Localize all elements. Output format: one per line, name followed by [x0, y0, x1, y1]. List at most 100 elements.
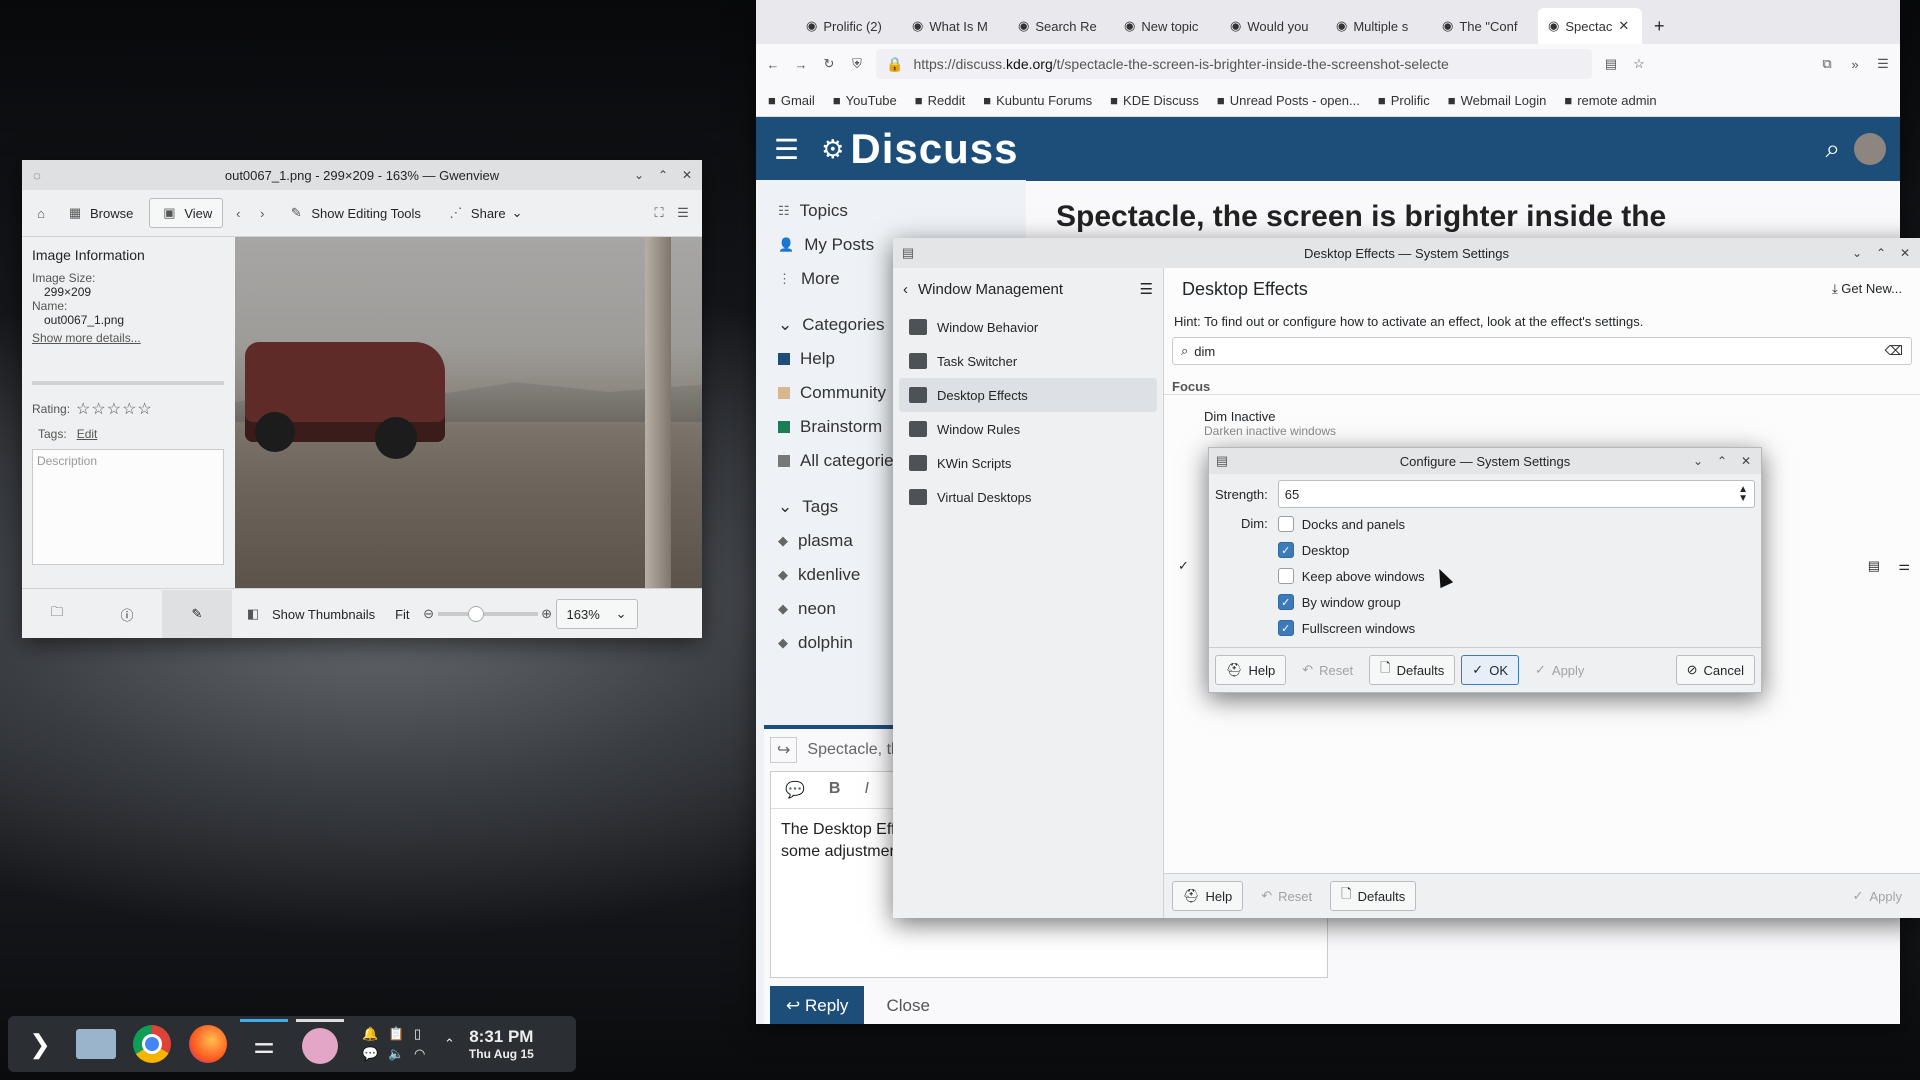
dim-option-checkbox[interactable]: ✓ [1277, 542, 1294, 558]
app-menu-icon[interactable]: ☰ [1874, 55, 1892, 73]
folder-icon[interactable]: 🗀 [22, 603, 92, 625]
sidebar-toggle-icon[interactable]: ◧ [244, 605, 262, 623]
browse-button[interactable]: ▦ Browse [56, 199, 143, 227]
browser-tab[interactable]: ◉ Would you [1220, 8, 1324, 44]
help-button[interactable]: ⛑ Help [1172, 881, 1244, 911]
notifications-icon[interactable]: 🔔 [362, 1026, 384, 1042]
close-tab-icon[interactable]: ✕ [1618, 18, 1629, 34]
new-tab-icon[interactable]: + [1644, 8, 1675, 44]
volume-icon[interactable]: 🔈 [388, 1046, 410, 1062]
bookmark-item[interactable]: ■ Gmail [768, 93, 815, 108]
browser-tab[interactable]: ◉ What Is M [902, 8, 1006, 44]
browser-tab[interactable]: ◉ Spectac ✕ [1538, 8, 1642, 44]
system-settings-titlebar[interactable]: ▤ Desktop Effects — System Settings ⌄ ⌃ … [893, 238, 1920, 268]
search-icon[interactable]: ⌕ [1825, 133, 1840, 165]
minimize-button[interactable]: ⌄ [1848, 244, 1866, 262]
pencil-icon[interactable]: ✎ [162, 590, 232, 638]
quote-icon[interactable]: 💬 [785, 780, 805, 800]
fullscreen-icon[interactable]: ⛶ [650, 204, 668, 222]
tray-expand-icon[interactable]: ⌃ [444, 1036, 455, 1052]
strength-spinbox[interactable]: 65 ▲ ▼ [1277, 480, 1755, 508]
dialog-reset-button[interactable]: ↶ Reset [1292, 656, 1363, 684]
zoom-slider-handle[interactable] [467, 606, 484, 622]
bold-icon[interactable]: B [829, 780, 841, 800]
dialog-help-button[interactable]: ⛑ Help [1215, 655, 1287, 685]
share-arrow-icon[interactable]: ↪ [770, 737, 798, 763]
discuss-brand[interactable]: Discuss [850, 125, 1018, 173]
wifi-icon[interactable]: ◠ [414, 1046, 436, 1062]
spin-arrows-icon[interactable]: ▲ ▼ [1738, 485, 1748, 504]
info-icon[interactable]: ⓘ [92, 605, 162, 624]
image-view[interactable] [235, 237, 702, 588]
video-icon[interactable]: ▤ [1868, 558, 1880, 574]
bookmark-item[interactable]: ■ YouTube [833, 93, 897, 108]
avatar[interactable] [1854, 133, 1886, 165]
bookmark-item[interactable]: ■ KDE Discuss [1110, 93, 1199, 108]
get-new-button[interactable]: ⤓ Get New... [1832, 281, 1902, 297]
settings-nav-item[interactable]: Desktop Effects [899, 378, 1157, 412]
bookmark-item[interactable]: ■ Webmail Login [1448, 93, 1547, 108]
shield-icon[interactable]: ⛨ [848, 55, 866, 73]
settings-nav-item[interactable]: Window Rules [899, 412, 1157, 446]
bookmark-item[interactable]: ■ Reddit [915, 93, 965, 108]
configure-icon[interactable]: ⚌ [1898, 558, 1910, 574]
hamburger-menu-icon[interactable]: ☰ [1140, 280, 1153, 298]
bookmark-item[interactable]: ■ Kubuntu Forums [983, 93, 1092, 108]
browser-tab[interactable]: ◉ Prolific (2) [796, 8, 900, 44]
ok-button[interactable]: ✓ OK [1461, 655, 1519, 685]
gwenview-icon[interactable] [296, 1018, 344, 1070]
bookmark-item[interactable]: ■ Unread Posts - open... [1217, 93, 1360, 108]
view-button[interactable]: ▣ View [149, 198, 224, 228]
dim-option[interactable]: Docks and panels [1277, 516, 1425, 532]
extensions-icon[interactable]: ⧉ [1818, 55, 1836, 73]
dialog-apply-button[interactable]: ✓ Apply [1525, 656, 1594, 684]
firefox-icon[interactable] [184, 1020, 232, 1068]
discuss-nav-item[interactable]: ☷ Topics [778, 194, 1026, 228]
browser-tab[interactable]: ◉ New topic [1114, 8, 1218, 44]
dialog-titlebar[interactable]: ▤ Configure — System Settings ⌄ ⌃ ✕ [1209, 448, 1761, 474]
gwenview-titlebar[interactable]: ◌ out0067_1.png - 299×209 - 163% — Gwenv… [22, 160, 702, 190]
close-composer-button[interactable]: Close [886, 996, 929, 1016]
fit-button[interactable]: Fit [385, 600, 419, 628]
reply-button[interactable]: ↩ Reply [770, 986, 865, 1024]
defaults-button[interactable]: 🗋 Defaults [1330, 881, 1417, 911]
hamburger-menu-icon[interactable]: ☰ [674, 204, 692, 222]
show-thumbnails-button[interactable]: Show Thumbnails [262, 600, 385, 628]
dim-option-checkbox[interactable]: ✓ [1277, 620, 1294, 636]
zoom-level-select[interactable]: 163% ⌄ [555, 599, 638, 629]
browser-tab[interactable]: ◉ Multiple s [1326, 8, 1430, 44]
close-button[interactable]: ✕ [678, 166, 696, 184]
kde-logo-icon[interactable]: ⚙ [821, 134, 844, 165]
file-manager-icon[interactable] [72, 1020, 120, 1068]
back-arrow-icon[interactable]: ‹ [903, 281, 908, 298]
dim-option[interactable]: Keep above windows [1277, 568, 1425, 584]
zoom-slider[interactable] [437, 606, 538, 622]
italic-icon[interactable]: I [864, 780, 868, 800]
chrome-icon[interactable] [128, 1020, 176, 1068]
clipboard-icon[interactable]: 📋 [388, 1026, 410, 1042]
dim-option[interactable]: ✓ Fullscreen windows [1277, 620, 1425, 636]
cancel-button[interactable]: ⊘ Cancel [1675, 655, 1755, 685]
home-icon[interactable]: ⌂ [32, 204, 50, 222]
dim-option[interactable]: ✓ Desktop [1277, 542, 1425, 558]
show-more-details-link[interactable]: Show more details... [32, 331, 224, 345]
forward-icon[interactable]: → [792, 55, 810, 73]
app-menu-icon[interactable]: ◌ [28, 166, 46, 184]
dim-option-checkbox[interactable] [1277, 516, 1294, 532]
settings-app-icon[interactable]: ▤ [899, 244, 917, 262]
dialog-defaults-button[interactable]: 🗋 Defaults [1369, 655, 1456, 685]
next-icon[interactable]: › [253, 204, 271, 222]
minimize-button[interactable]: ⌄ [630, 166, 648, 184]
battery-icon[interactable]: ▯ [414, 1026, 436, 1042]
previous-icon[interactable]: ‹ [229, 204, 247, 222]
share-button[interactable]: ⋰ Share ⌄ [437, 199, 533, 227]
settings-nav-item[interactable]: KWin Scripts [899, 446, 1157, 480]
reload-icon[interactable]: ↻ [820, 55, 838, 73]
back-header[interactable]: ‹ Window Management ☰ [893, 268, 1163, 310]
chat-icon[interactable]: 💬 [362, 1046, 384, 1062]
browser-tab[interactable]: ◉ The "Conf [1432, 8, 1536, 44]
settings-nav-item[interactable]: Task Switcher [899, 344, 1157, 378]
settings-app-icon[interactable]: ▤ [1213, 452, 1231, 470]
overflow-icon[interactable]: » [1846, 55, 1864, 73]
show-editing-tools-button[interactable]: ✎ Show Editing Tools [277, 199, 431, 227]
